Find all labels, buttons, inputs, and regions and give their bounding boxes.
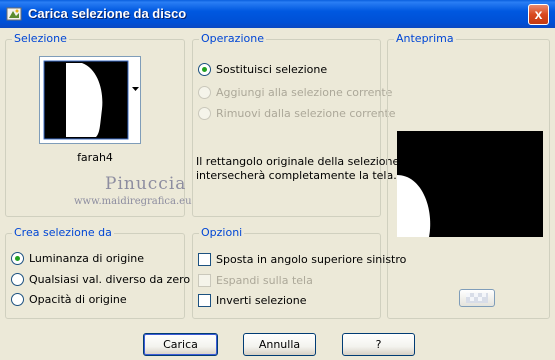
radio-button[interactable] [198,62,211,76]
opzioni-label: Opzioni [199,226,245,239]
window-title: Carica selezione da disco [28,6,187,21]
annulla-button[interactable]: Annulla [243,333,316,356]
check-sposta-angolo[interactable]: Sposta in angolo superiore sinistro [198,251,406,267]
selection-thumbnail-picker[interactable] [39,56,141,144]
dialog-window: Carica selezione da disco x Selezione fa… [0,0,555,360]
title-bar[interactable]: Carica selezione da disco x [0,0,555,28]
checkbox[interactable] [198,252,211,266]
radio-button[interactable] [198,106,211,120]
close-icon: x [534,6,543,22]
checkbox[interactable] [198,293,211,307]
dropdown-arrow-icon[interactable] [132,87,140,93]
checkbox-label: Espandi sulla tela [216,273,313,287]
radio-aggiungi-selezione[interactable]: Aggiungi alla selezione corrente [198,84,392,100]
selection-thumbnail [43,60,129,140]
selection-file-name: farah4 [77,151,113,164]
radio-label: Opacità di origine [29,292,127,306]
radio-luminanza-origine[interactable]: Luminanza di origine [11,250,144,266]
watermark-name: Pinuccia [105,174,187,194]
app-icon [6,7,22,21]
radio-button[interactable] [11,251,24,265]
radio-label: Rimuovi dalla selezione corrente [216,106,396,120]
checkbox-label: Inverti selezione [216,293,307,307]
operation-description-line1: Il rettangolo originale della selezione [196,155,400,168]
preview-image [397,131,543,237]
checkbox-label: Sposta in angolo superiore sinistro [216,252,407,266]
anteprima-label: Anteprima [394,32,456,45]
carica-button[interactable]: Carica [143,333,218,356]
watermark-url: www.maidiregrafica.eu [74,196,192,207]
preview-toggle-icon [466,293,488,303]
crea-selezione-label: Crea selezione da [12,226,114,239]
radio-qualsiasi-valore[interactable]: Qualsiasi val. diverso da zero [11,271,190,287]
radio-button[interactable] [11,272,24,286]
selezione-label: Selezione [12,32,69,45]
close-button[interactable]: x [528,4,549,25]
radio-label: Sostituisci selezione [216,62,328,76]
check-inverti-selezione[interactable]: Inverti selezione [198,292,307,308]
checkbox[interactable] [198,273,211,287]
radio-sostituisci-selezione[interactable]: Sostituisci selezione [198,61,327,77]
radio-button[interactable] [198,85,211,99]
operation-description-line2: intersecherà completamente la tela. [196,169,397,182]
operazione-label: Operazione [199,32,266,45]
help-button[interactable]: ? [342,333,415,356]
radio-label: Aggiungi alla selezione corrente [216,85,393,99]
radio-opacita-origine[interactable]: Opacità di origine [11,291,127,307]
radio-rimuovi-selezione[interactable]: Rimuovi dalla selezione corrente [198,105,396,121]
preview-toggle-button[interactable] [459,289,495,307]
radio-button[interactable] [11,292,24,306]
check-espandi-tela[interactable]: Espandi sulla tela [198,272,313,288]
radio-label: Luminanza di origine [29,251,144,265]
radio-label: Qualsiasi val. diverso da zero [29,272,191,286]
